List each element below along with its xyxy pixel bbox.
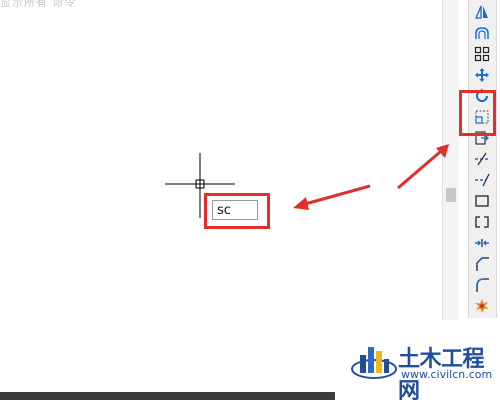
- extend-tool[interactable]: [472, 171, 492, 189]
- civilcn-logo-icon: [351, 347, 397, 379]
- faded-header-text: 显示所有 命令: [0, 0, 77, 9]
- offset-icon: [475, 27, 489, 39]
- scale-tool-highlight: [459, 90, 496, 136]
- explode-icon: [475, 299, 489, 313]
- move-tool[interactable]: [472, 66, 492, 84]
- join-icon: [475, 239, 489, 247]
- fillet-icon: [476, 278, 489, 292]
- mirror-tool[interactable]: [472, 3, 492, 21]
- trim-tool[interactable]: [472, 150, 492, 168]
- break-at-point-tool[interactable]: [472, 192, 492, 210]
- explode-tool[interactable]: [472, 297, 492, 315]
- fillet-tool[interactable]: [472, 276, 492, 294]
- array-icon: [474, 46, 490, 62]
- bottom-command-bar: [0, 392, 335, 400]
- chamfer-icon: [476, 257, 489, 271]
- extend-icon: [475, 173, 490, 187]
- move-icon: [475, 68, 489, 82]
- array-tool[interactable]: [472, 45, 492, 63]
- chamfer-tool[interactable]: [472, 255, 492, 273]
- vertical-scrollbar[interactable]: [442, 0, 459, 320]
- scrollbar-thumb[interactable]: [446, 188, 456, 202]
- trim-icon: [475, 152, 489, 166]
- break-at-point-icon: [475, 195, 489, 207]
- offset-tool[interactable]: [472, 24, 492, 42]
- join-tool[interactable]: [472, 234, 492, 252]
- command-input-highlight: [204, 193, 270, 229]
- mirror-icon: [475, 5, 488, 19]
- break-icon: [475, 216, 489, 228]
- break-tool[interactable]: [472, 213, 492, 231]
- watermark-url: www.civilcn.com: [401, 368, 493, 381]
- modify-toolbar: [468, 0, 497, 318]
